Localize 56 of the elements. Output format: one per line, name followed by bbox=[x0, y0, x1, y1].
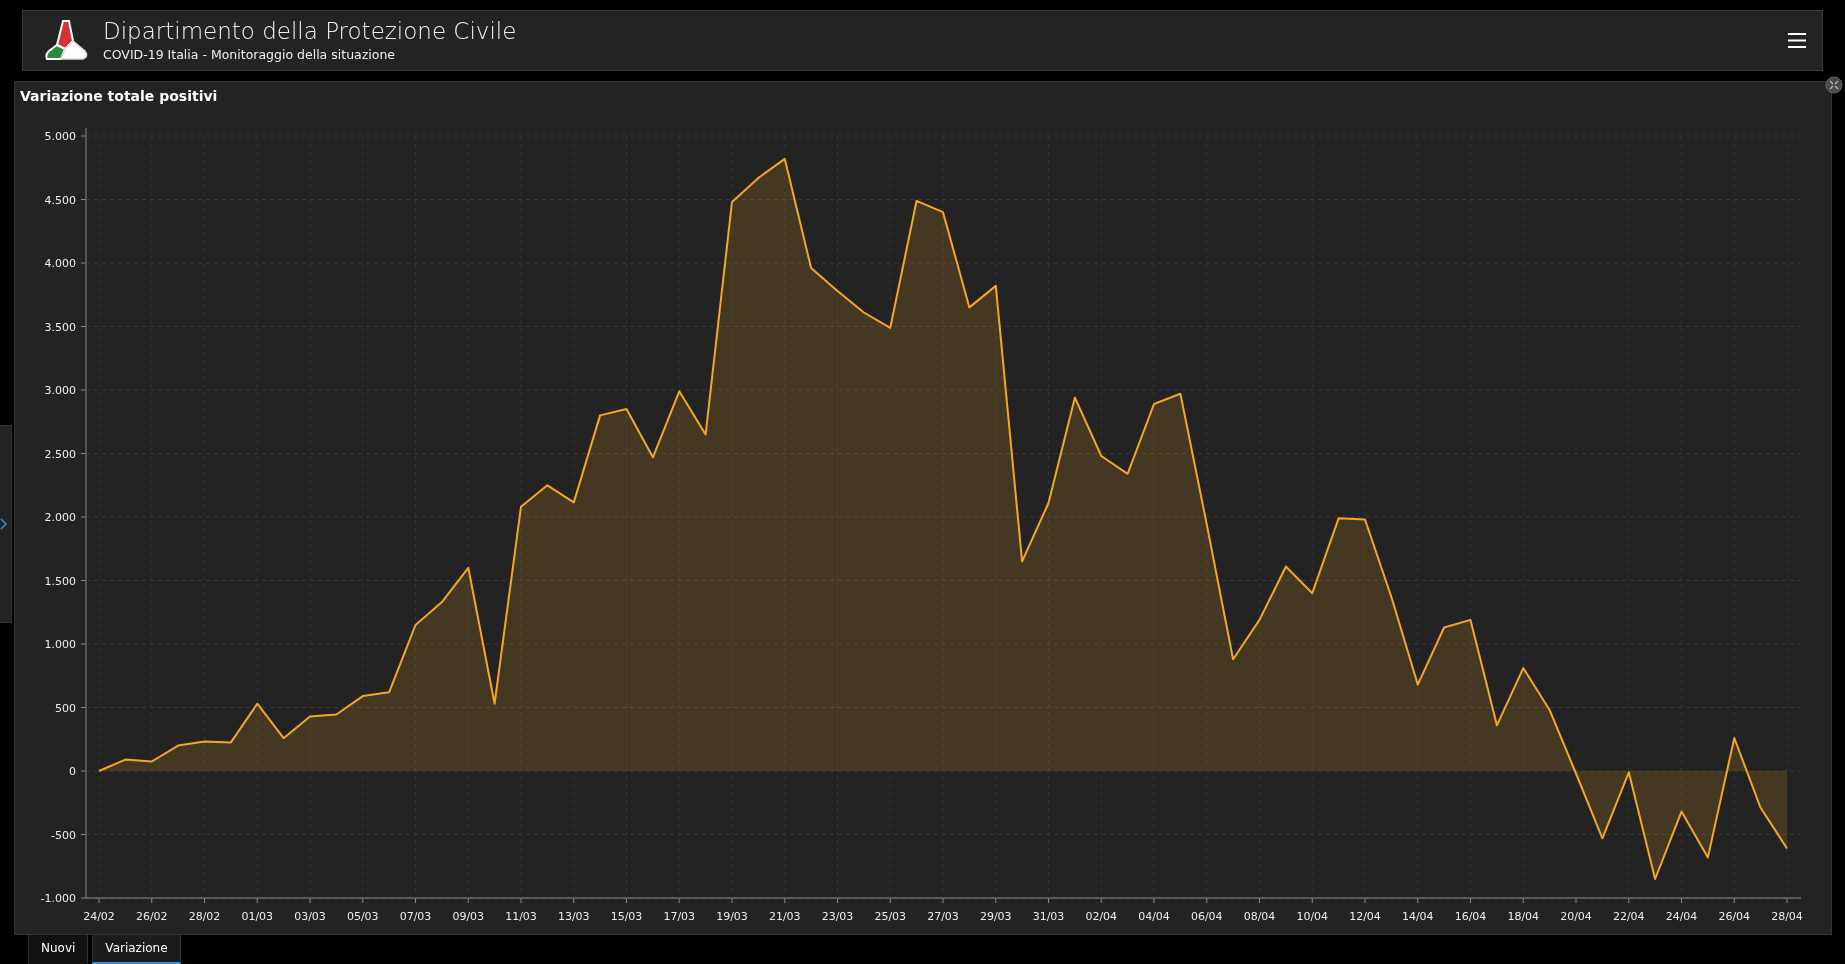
x-tick-label: 28/04 bbox=[1771, 910, 1803, 923]
expand-icon[interactable] bbox=[1825, 76, 1843, 94]
x-tick-label: 24/02 bbox=[83, 910, 115, 923]
chevron-right-icon bbox=[0, 518, 7, 530]
side-panel-handle[interactable] bbox=[0, 425, 12, 623]
y-tick-label: -500 bbox=[51, 828, 76, 842]
menu-icon[interactable] bbox=[1788, 33, 1806, 48]
y-tick-label: 5.000 bbox=[44, 130, 76, 143]
x-tick-label: 25/03 bbox=[874, 910, 907, 923]
x-tick-label: 29/03 bbox=[979, 910, 1012, 923]
x-tick-label: 06/04 bbox=[1190, 910, 1223, 923]
x-tick-label: 01/03 bbox=[241, 910, 274, 923]
y-tick-label: 0 bbox=[69, 765, 76, 778]
x-tick-label: 10/04 bbox=[1296, 910, 1329, 923]
tab[interactable]: Variazione bbox=[92, 935, 181, 964]
x-tick-label: 18/04 bbox=[1507, 910, 1540, 923]
x-tick-label: 02/04 bbox=[1085, 910, 1118, 923]
x-tick-label: 16/04 bbox=[1454, 910, 1487, 923]
x-tick-label: 03/03 bbox=[294, 910, 326, 923]
y-tick-label: 2.000 bbox=[44, 511, 76, 524]
x-tick-label: 21/03 bbox=[768, 910, 801, 923]
tab[interactable]: Nuovi bbox=[28, 935, 89, 964]
x-tick-label: 28/02 bbox=[188, 910, 221, 923]
app-subtitle: COVID-19 Italia - Monitoraggio della situazione bbox=[103, 47, 396, 63]
x-tick-label: 24/04 bbox=[1665, 910, 1698, 923]
x-tick-label: 09/03 bbox=[452, 910, 485, 923]
chart-title: Variazione totale positivi bbox=[19, 87, 219, 104]
y-tick-label: 500 bbox=[55, 701, 76, 715]
x-tick-label: 26/02 bbox=[135, 910, 168, 923]
y-tick-label: -1.000 bbox=[40, 892, 76, 905]
x-tick-label: 15/03 bbox=[610, 910, 643, 923]
x-tick-label: 26/04 bbox=[1718, 910, 1751, 923]
x-tick-label: 04/04 bbox=[1138, 910, 1170, 923]
x-tick-label: 08/04 bbox=[1243, 910, 1276, 923]
x-tick-label: 14/04 bbox=[1401, 910, 1434, 923]
y-tick-label: 3.000 bbox=[44, 384, 76, 397]
app-title: Dipartimento della Protezione Civile bbox=[103, 18, 517, 45]
x-tick-label: 27/03 bbox=[927, 910, 959, 923]
logo-icon bbox=[43, 18, 89, 63]
x-tick-label: 20/04 bbox=[1560, 910, 1592, 923]
x-tick-label: 07/03 bbox=[399, 910, 432, 923]
y-tick-label: 1.500 bbox=[44, 574, 76, 588]
x-tick-label: 11/03 bbox=[505, 910, 537, 923]
x-tick-label: 17/03 bbox=[663, 910, 696, 923]
y-tick-label: 4.500 bbox=[44, 193, 76, 207]
y-tick-label: 1.000 bbox=[44, 638, 76, 651]
y-tick-label: 2.500 bbox=[44, 447, 76, 461]
x-tick-label: 22/04 bbox=[1612, 910, 1645, 923]
x-tick-label: 23/03 bbox=[821, 910, 854, 923]
x-tick-label: 19/03 bbox=[716, 910, 748, 923]
x-tick-label: 13/03 bbox=[557, 910, 590, 923]
x-tick-label: 12/04 bbox=[1349, 910, 1381, 923]
y-tick-label: 4.000 bbox=[44, 257, 76, 270]
y-tick-label: 3.500 bbox=[44, 320, 76, 334]
x-tick-label: 31/03 bbox=[1032, 910, 1065, 923]
x-tick-label: 05/03 bbox=[346, 910, 379, 923]
